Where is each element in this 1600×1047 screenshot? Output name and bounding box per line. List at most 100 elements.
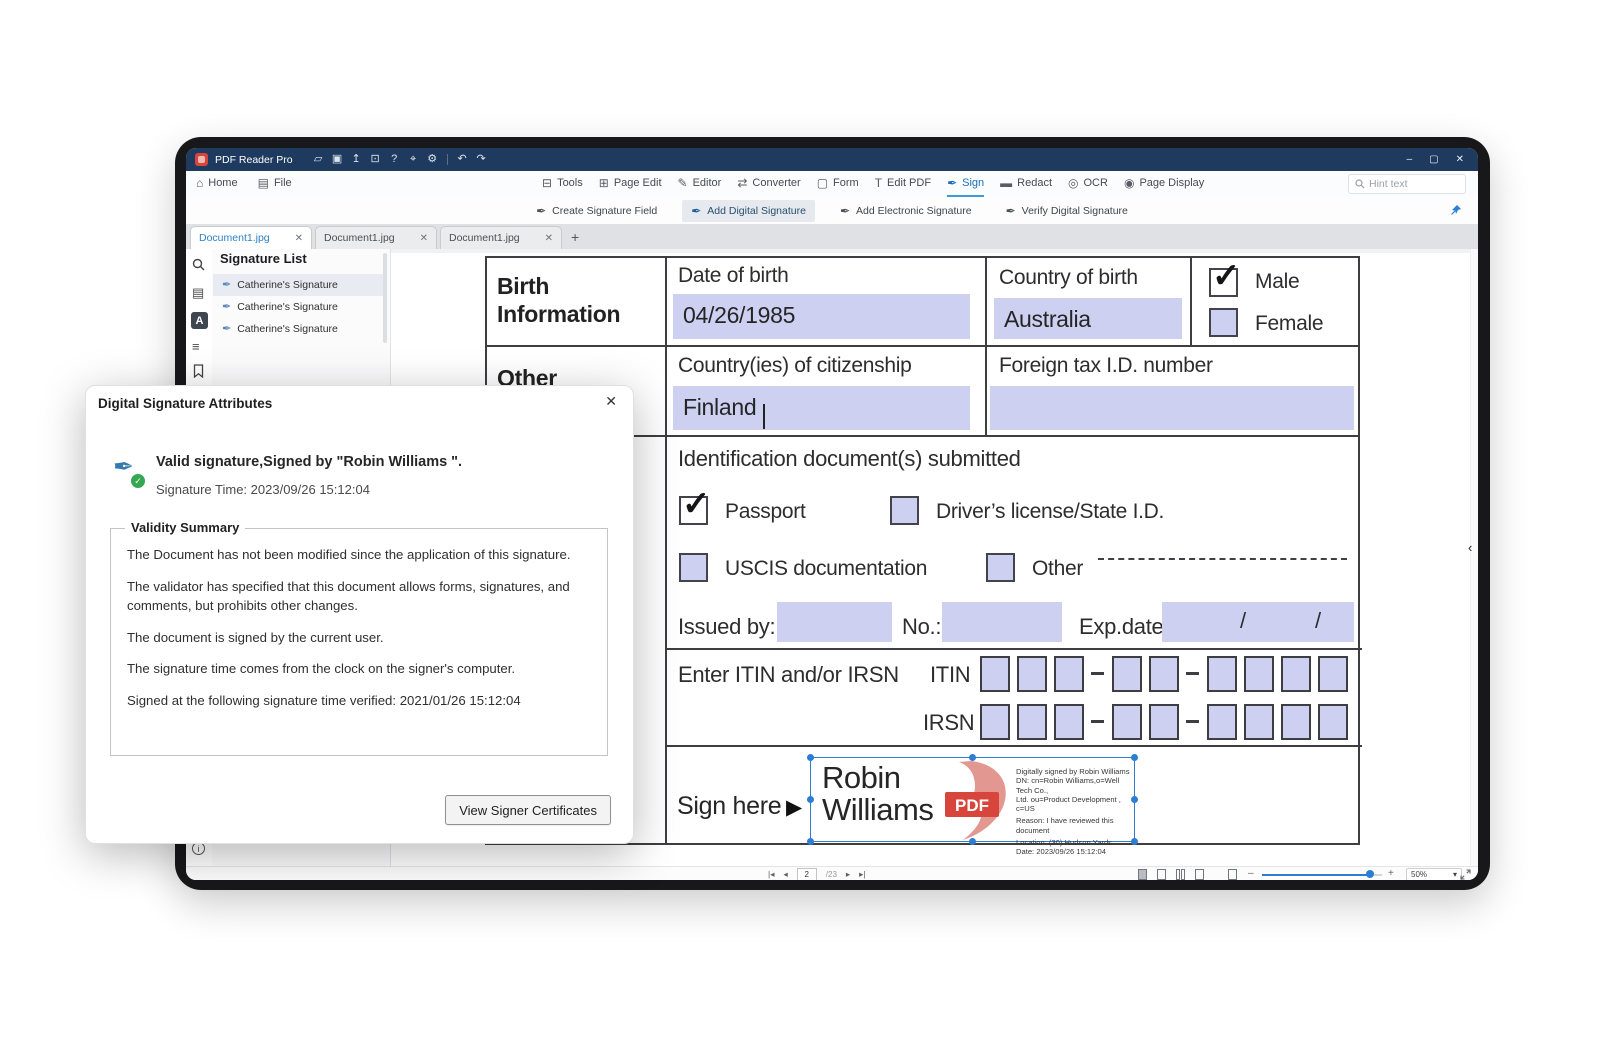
redo-icon[interactable]: ↷ xyxy=(472,148,491,171)
citizenship-field[interactable]: Finland xyxy=(673,386,970,430)
cob-field[interactable]: Australia xyxy=(994,298,1182,339)
help-icon[interactable]: ? xyxy=(385,148,404,171)
fullscreen-icon[interactable] xyxy=(1460,869,1471,880)
tab-document1[interactable]: Document1.jpg ✕ xyxy=(190,226,312,249)
pin-icon[interactable] xyxy=(1450,203,1462,221)
menu-editor[interactable]: ✎ Editor xyxy=(678,171,722,197)
menu-page-display[interactable]: ◉ Page Display xyxy=(1124,171,1204,197)
passport-checkbox[interactable]: ✓ xyxy=(679,496,708,525)
save-icon[interactable]: ▣ xyxy=(328,148,347,171)
menu-home[interactable]: ⌂ Home xyxy=(196,171,238,197)
itin-box[interactable] xyxy=(1244,656,1274,692)
irsn-box[interactable] xyxy=(1207,704,1237,740)
irsn-box[interactable] xyxy=(1112,704,1142,740)
tab-close-icon[interactable]: ✕ xyxy=(295,233,303,244)
exp-date-field[interactable] xyxy=(1162,602,1354,642)
zoom-in-icon[interactable]: + xyxy=(1388,868,1394,879)
irsn-box[interactable] xyxy=(1318,704,1348,740)
two-page-icon[interactable] xyxy=(1176,869,1185,880)
menu-edit-pdf[interactable]: T Edit PDF xyxy=(875,171,931,197)
document-scrollbar[interactable] xyxy=(1470,249,1478,866)
itin-box[interactable] xyxy=(1207,656,1237,692)
close-button[interactable]: ✕ xyxy=(1456,154,1464,165)
resize-handle[interactable] xyxy=(807,838,814,845)
tax-field[interactable] xyxy=(990,386,1354,430)
itin-box[interactable] xyxy=(1054,656,1084,692)
itin-box[interactable] xyxy=(1281,656,1311,692)
add-electronic-signature-button[interactable]: ✒ Add Electronic Signature xyxy=(831,200,981,222)
new-tab-button[interactable]: + xyxy=(571,229,579,245)
issued-by-field[interactable] xyxy=(777,602,892,642)
panel-outline-icon[interactable]: ≡ xyxy=(192,339,200,354)
create-signature-field-button[interactable]: ✒ Create Signature Field xyxy=(527,200,666,222)
reading-mode-icon[interactable] xyxy=(1228,869,1237,880)
driver-license-checkbox[interactable] xyxy=(890,496,919,525)
irsn-box[interactable] xyxy=(1017,704,1047,740)
itin-box[interactable] xyxy=(1112,656,1142,692)
zoom-level-select[interactable]: 50% ▾ xyxy=(1406,868,1462,880)
uscis-checkbox[interactable] xyxy=(679,553,708,582)
other-doc-line[interactable] xyxy=(1098,558,1347,560)
signature-list-item[interactable]: ✒ Catherine's Signature xyxy=(213,274,383,296)
tab-close-icon[interactable]: ✕ xyxy=(420,233,428,244)
minimize-button[interactable]: – xyxy=(1407,154,1413,165)
panel-scrollbar[interactable] xyxy=(383,253,387,343)
last-page-icon[interactable]: ▸| xyxy=(859,869,865,880)
resize-handle[interactable] xyxy=(807,754,814,761)
irsn-box[interactable] xyxy=(1244,704,1274,740)
menu-converter[interactable]: ⇄ Converter xyxy=(737,171,800,197)
single-page-icon[interactable] xyxy=(1157,869,1166,880)
irsn-box[interactable] xyxy=(1054,704,1084,740)
irsn-box[interactable] xyxy=(1149,704,1179,740)
no-field[interactable] xyxy=(942,602,1062,642)
signature-list-item[interactable]: ✒ Catherine's Signature xyxy=(213,318,383,340)
maximize-button[interactable]: ▢ xyxy=(1429,154,1438,165)
tab-document3[interactable]: Document1.jpg ✕ xyxy=(440,226,562,249)
zoom-slider-handle[interactable] xyxy=(1366,870,1374,878)
key-icon[interactable]: ⌖ xyxy=(404,148,423,171)
panel-annotations-icon[interactable]: A xyxy=(191,312,208,329)
irsn-box[interactable] xyxy=(980,704,1010,740)
fit-page-icon[interactable] xyxy=(1138,869,1147,880)
resize-handle[interactable] xyxy=(807,796,814,803)
menu-page-edit[interactable]: ⊞ Page Edit xyxy=(599,171,662,197)
hint-search-input[interactable]: Hint text xyxy=(1348,174,1466,194)
collapse-panel-icon[interactable]: ‹ xyxy=(1468,540,1472,555)
add-digital-signature-button[interactable]: ✒ Add Digital Signature xyxy=(682,200,815,222)
tab-document2[interactable]: Document1.jpg ✕ xyxy=(315,226,437,249)
dob-field[interactable]: 04/26/1985 xyxy=(673,294,970,339)
irsn-box[interactable] xyxy=(1281,704,1311,740)
zoom-out-icon[interactable]: – xyxy=(1248,868,1254,879)
menu-redact[interactable]: ▬ Redact xyxy=(1000,171,1052,197)
dialog-close-icon[interactable]: ✕ xyxy=(605,393,617,410)
panel-pages-icon[interactable]: ▤ xyxy=(192,285,204,301)
menu-ocr[interactable]: ◎ OCR xyxy=(1068,171,1108,197)
menu-file[interactable]: ▤ File xyxy=(258,171,292,197)
menu-sign[interactable]: ✒ Sign xyxy=(947,171,984,197)
panel-bookmark-icon[interactable] xyxy=(192,364,205,381)
undo-icon[interactable]: ↶ xyxy=(453,148,472,171)
settings-icon[interactable]: ⚙ xyxy=(423,148,442,171)
prev-page-icon[interactable]: ◂ xyxy=(783,869,787,880)
resize-handle[interactable] xyxy=(1131,754,1138,761)
share-icon[interactable]: ↥ xyxy=(347,148,366,171)
page-number-input[interactable]: 2 xyxy=(797,868,817,881)
panel-search-icon[interactable] xyxy=(192,258,205,274)
print-icon[interactable]: ⊡ xyxy=(366,148,385,171)
menu-form[interactable]: ▢ Form xyxy=(817,171,859,197)
menu-tools[interactable]: ⊟ Tools xyxy=(542,171,583,197)
open-file-icon[interactable]: ▱ xyxy=(309,148,328,171)
signature-widget[interactable]: Robin Williams PDF Digitally signed by R… xyxy=(810,757,1135,842)
female-checkbox[interactable] xyxy=(1209,308,1238,337)
view-signer-certificates-button[interactable]: View Signer Certificates xyxy=(445,795,611,825)
itin-box[interactable] xyxy=(980,656,1010,692)
scroll-view-icon[interactable] xyxy=(1195,869,1204,880)
first-page-icon[interactable]: |◂ xyxy=(768,869,774,880)
tab-close-icon[interactable]: ✕ xyxy=(545,233,553,244)
verify-digital-signature-button[interactable]: ✒ Verify Digital Signature xyxy=(997,200,1137,222)
itin-box[interactable] xyxy=(1318,656,1348,692)
itin-box[interactable] xyxy=(1149,656,1179,692)
itin-box[interactable] xyxy=(1017,656,1047,692)
next-page-icon[interactable]: ▸ xyxy=(846,869,850,880)
signature-list-item[interactable]: ✒ Catherine's Signature xyxy=(213,296,383,318)
